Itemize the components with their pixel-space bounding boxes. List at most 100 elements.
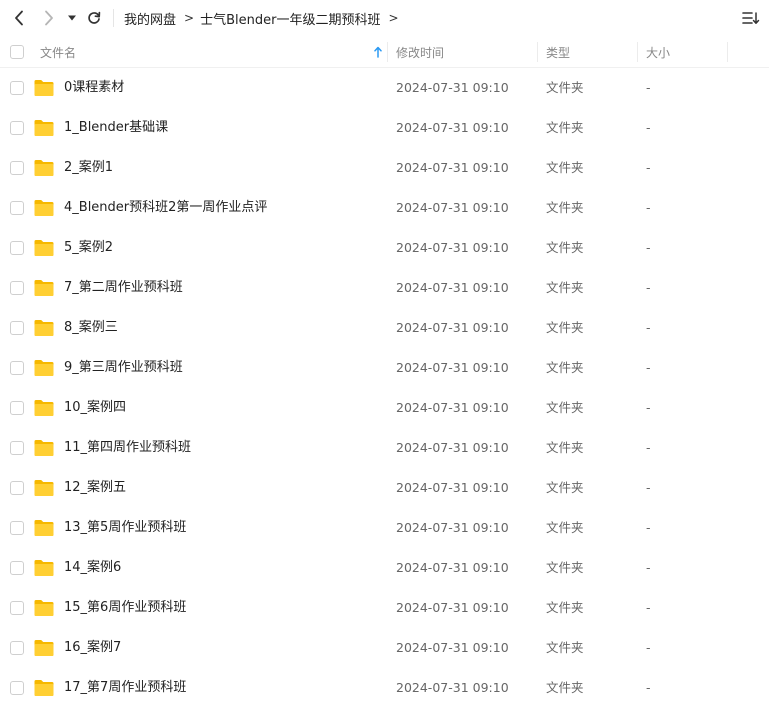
- file-type: 文件夹: [546, 360, 584, 375]
- breadcrumb-item-current[interactable]: 士气Blender一年级二期预科班: [200, 9, 380, 28]
- folder-front: [34, 604, 54, 616]
- file-type: 文件夹: [546, 160, 584, 175]
- breadcrumb: 我的网盘 > 士气Blender一年级二期预科班 >: [124, 9, 405, 28]
- file-type: 文件夹: [546, 120, 584, 135]
- file-name[interactable]: 9_第三周作业预科班: [64, 348, 183, 388]
- select-all-checkbox[interactable]: [10, 45, 24, 59]
- history-dropdown-button[interactable]: [64, 10, 80, 26]
- row-checkbox[interactable]: [10, 281, 24, 295]
- file-size: -: [646, 440, 651, 455]
- folder-icon: [34, 400, 54, 416]
- file-name[interactable]: 16_案例7: [64, 628, 121, 668]
- file-name[interactable]: 4_Blender预科班2第一周作业点评: [64, 188, 267, 228]
- table-row[interactable]: 9_第三周作业预科班 2024-07-31 09:10 文件夹 -: [0, 348, 769, 388]
- row-checkbox[interactable]: [10, 601, 24, 615]
- folder-front: [34, 684, 54, 696]
- select-all-cell: [10, 36, 24, 68]
- row-checkbox[interactable]: [10, 361, 24, 375]
- file-size: -: [646, 600, 651, 615]
- row-checkbox[interactable]: [10, 121, 24, 135]
- sort-list-icon: [742, 12, 760, 24]
- row-checkbox[interactable]: [10, 481, 24, 495]
- row-checkbox[interactable]: [10, 561, 24, 575]
- table-row[interactable]: 15_第6周作业预科班 2024-07-31 09:10 文件夹 -: [0, 588, 769, 628]
- table-row[interactable]: 0课程素材 2024-07-31 09:10 文件夹 -: [0, 68, 769, 108]
- column-header-type[interactable]: 类型: [538, 36, 638, 68]
- file-size: -: [646, 680, 651, 695]
- file-name[interactable]: 15_第6周作业预科班: [64, 588, 186, 628]
- file-name[interactable]: 13_第5周作业预科班: [64, 508, 186, 548]
- file-mtime: 2024-07-31 09:10: [396, 560, 509, 575]
- file-list-header: 文件名 修改时间 类型 大小: [0, 36, 769, 68]
- file-mtime: 2024-07-31 09:10: [396, 320, 509, 335]
- file-name[interactable]: 11_第四周作业预科班: [64, 428, 191, 468]
- file-type: 文件夹: [546, 640, 584, 655]
- refresh-button[interactable]: [84, 8, 104, 28]
- file-size: -: [646, 280, 651, 295]
- row-checkbox[interactable]: [10, 81, 24, 95]
- file-name[interactable]: 1_Blender基础课: [64, 108, 168, 148]
- folder-front: [34, 444, 54, 456]
- table-row[interactable]: 10_案例四 2024-07-31 09:10 文件夹 -: [0, 388, 769, 428]
- folder-front: [34, 524, 54, 536]
- row-checkbox[interactable]: [10, 241, 24, 255]
- sort-options-button[interactable]: [741, 8, 761, 28]
- folder-icon: [34, 320, 54, 336]
- file-type: 文件夹: [546, 280, 584, 295]
- file-mtime: 2024-07-31 09:10: [396, 80, 509, 95]
- file-mtime: 2024-07-31 09:10: [396, 120, 509, 135]
- row-checkbox[interactable]: [10, 681, 24, 695]
- folder-front: [34, 564, 54, 576]
- file-name[interactable]: 0课程素材: [64, 68, 124, 108]
- file-type: 文件夹: [546, 680, 584, 695]
- table-row[interactable]: 17_第7周作业预科班 2024-07-31 09:10 文件夹 -: [0, 668, 769, 708]
- row-checkbox[interactable]: [10, 321, 24, 335]
- table-row[interactable]: 4_Blender预科班2第一周作业点评 2024-07-31 09:10 文件夹 -: [0, 188, 769, 228]
- file-name[interactable]: 2_案例1: [64, 148, 113, 188]
- folder-icon: [34, 280, 54, 296]
- table-row[interactable]: 11_第四周作业预科班 2024-07-31 09:10 文件夹 -: [0, 428, 769, 468]
- row-checkbox[interactable]: [10, 161, 24, 175]
- refresh-icon: [88, 11, 101, 24]
- file-size: -: [646, 80, 651, 95]
- table-row[interactable]: 14_案例6 2024-07-31 09:10 文件夹 -: [0, 548, 769, 588]
- breadcrumb-separator: >: [184, 11, 195, 25]
- table-row[interactable]: 8_案例三 2024-07-31 09:10 文件夹 -: [0, 308, 769, 348]
- file-mtime: 2024-07-31 09:10: [396, 640, 509, 655]
- row-checkbox[interactable]: [10, 201, 24, 215]
- file-name[interactable]: 14_案例6: [64, 548, 121, 588]
- table-row[interactable]: 1_Blender基础课 2024-07-31 09:10 文件夹 -: [0, 108, 769, 148]
- breadcrumb-item-root[interactable]: 我的网盘: [124, 9, 176, 28]
- column-header-size[interactable]: 大小: [638, 36, 728, 68]
- folder-icon: [34, 680, 54, 696]
- file-mtime: 2024-07-31 09:10: [396, 520, 509, 535]
- table-row[interactable]: 2_案例1 2024-07-31 09:10 文件夹 -: [0, 148, 769, 188]
- folder-front: [34, 124, 54, 136]
- folder-front: [34, 284, 54, 296]
- table-row[interactable]: 7_第二周作业预科班 2024-07-31 09:10 文件夹 -: [0, 268, 769, 308]
- column-header-name[interactable]: 文件名: [40, 36, 388, 68]
- row-checkbox[interactable]: [10, 401, 24, 415]
- file-name[interactable]: 7_第二周作业预科班: [64, 268, 183, 308]
- file-name[interactable]: 5_案例2: [64, 228, 113, 268]
- file-name[interactable]: 10_案例四: [64, 388, 126, 428]
- file-type: 文件夹: [546, 440, 584, 455]
- row-checkbox[interactable]: [10, 441, 24, 455]
- file-mtime: 2024-07-31 09:10: [396, 680, 509, 695]
- file-name[interactable]: 17_第7周作业预科班: [64, 668, 186, 708]
- file-mtime: 2024-07-31 09:10: [396, 280, 509, 295]
- folder-icon: [34, 360, 54, 376]
- row-checkbox[interactable]: [10, 521, 24, 535]
- table-row[interactable]: 12_案例五 2024-07-31 09:10 文件夹 -: [0, 468, 769, 508]
- file-name[interactable]: 8_案例三: [64, 308, 118, 348]
- forward-button[interactable]: [38, 8, 60, 28]
- table-row[interactable]: 5_案例2 2024-07-31 09:10 文件夹 -: [0, 228, 769, 268]
- row-checkbox[interactable]: [10, 641, 24, 655]
- column-header-mtime[interactable]: 修改时间: [388, 36, 538, 68]
- file-mtime: 2024-07-31 09:10: [396, 440, 509, 455]
- table-row[interactable]: 16_案例7 2024-07-31 09:10 文件夹 -: [0, 628, 769, 668]
- file-size: -: [646, 400, 651, 415]
- file-name[interactable]: 12_案例五: [64, 468, 126, 508]
- table-row[interactable]: 13_第5周作业预科班 2024-07-31 09:10 文件夹 -: [0, 508, 769, 548]
- back-button[interactable]: [8, 8, 30, 28]
